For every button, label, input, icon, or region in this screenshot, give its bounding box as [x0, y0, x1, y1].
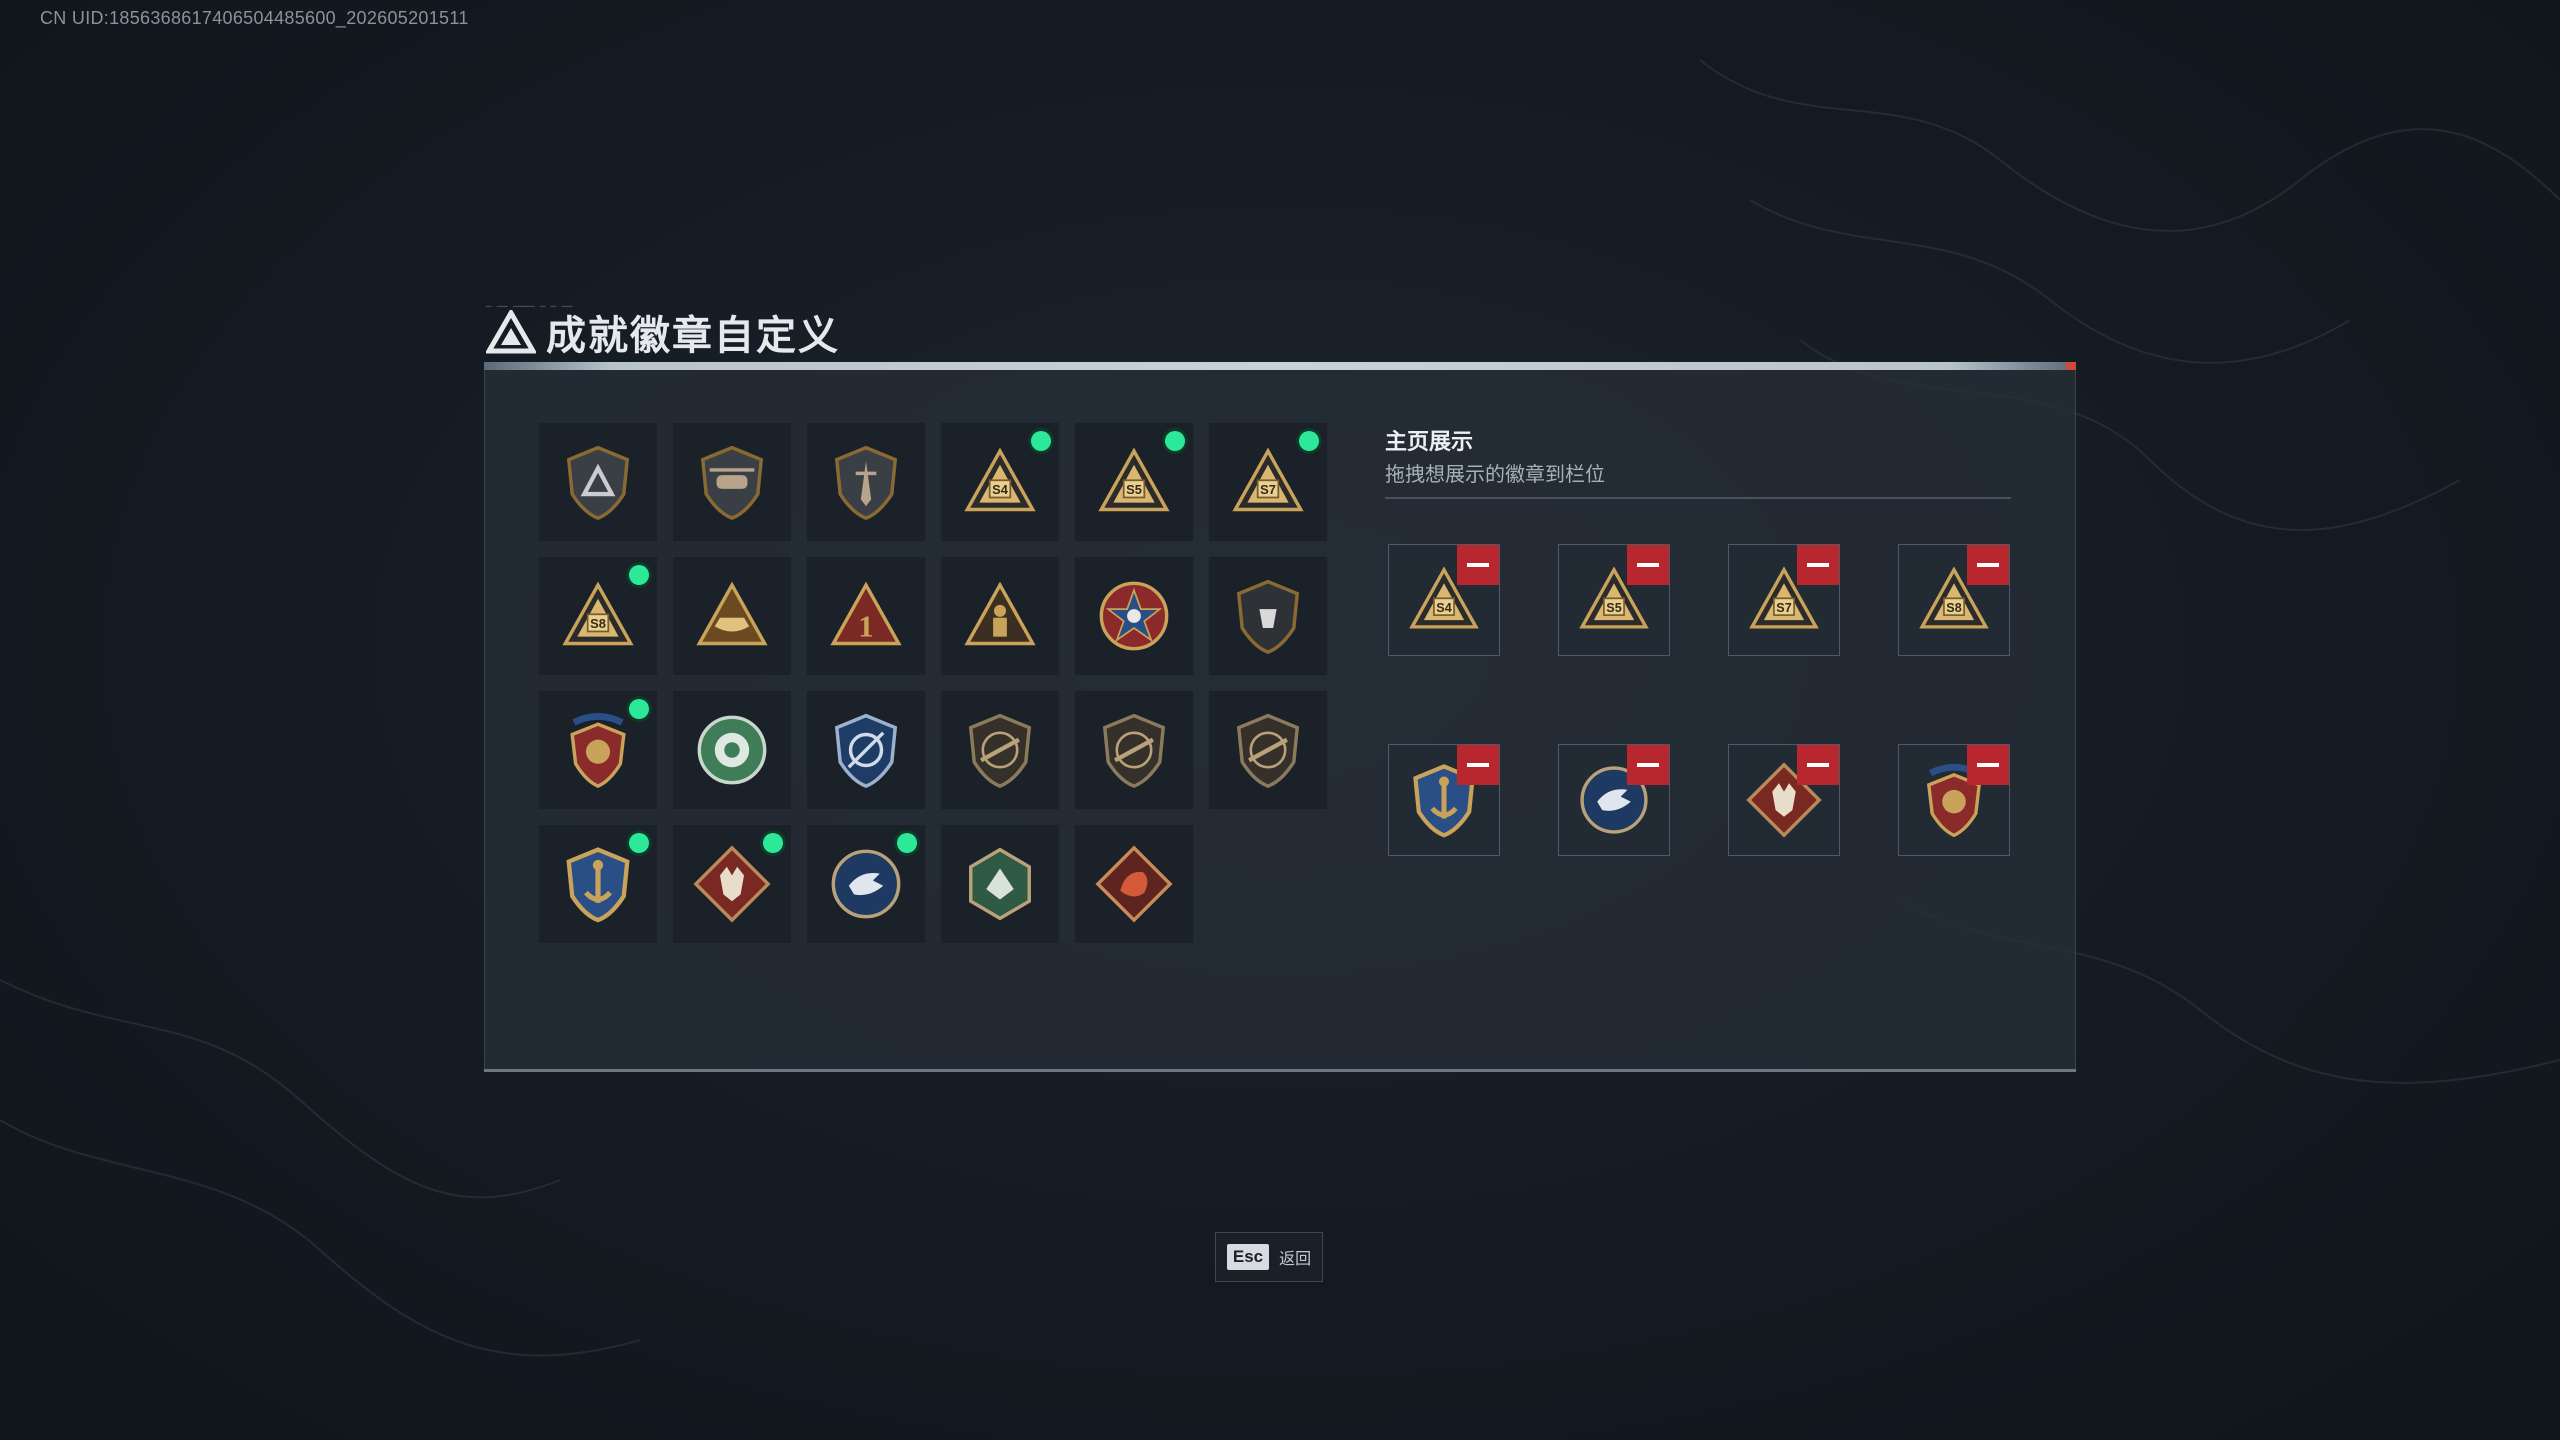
badge-cell[interactable]: S5 — [1074, 422, 1194, 542]
svg-text:S5: S5 — [1126, 482, 1142, 497]
showcase-divider — [1385, 497, 2011, 499]
new-indicator-dot — [629, 699, 649, 719]
showcase-slots: S4 S5 S7 S8 — [1388, 544, 2010, 856]
blue-crosshair-badge-icon — [834, 713, 898, 788]
badge-cell[interactable] — [806, 422, 926, 542]
showcase-slot[interactable] — [1388, 744, 1500, 856]
green-beast-badge-icon — [969, 847, 1031, 921]
badge-cell[interactable] — [1208, 690, 1328, 810]
svg-text:S8: S8 — [590, 616, 606, 631]
new-indicator-dot — [1031, 431, 1051, 451]
soldier-triangle-badge-icon — [964, 581, 1036, 646]
remove-badge-button[interactable] — [1797, 745, 1839, 785]
badge-cell[interactable] — [806, 690, 926, 810]
badge-cell[interactable]: S7 — [1208, 422, 1328, 542]
new-indicator-dot — [629, 565, 649, 585]
showcase-slot[interactable] — [1898, 744, 2010, 856]
badge-cell[interactable]: S8 — [538, 556, 658, 676]
page-header: 成就徽章自定义 — [486, 306, 840, 359]
season-s7-badge-icon: S7 — [1232, 447, 1304, 512]
badge-grid: S4 S5 S7 S8 1 — [538, 422, 1328, 944]
showcase-slot[interactable]: S4 — [1388, 544, 1500, 656]
badge-cell[interactable]: S4 — [940, 422, 1060, 542]
remove-badge-button[interactable] — [1967, 745, 2009, 785]
showcase-slot[interactable] — [1728, 744, 1840, 856]
badge-cell[interactable] — [538, 690, 658, 810]
uid-watermark: CN UID:1856368617406504485600_2026052015… — [40, 8, 469, 28]
new-indicator-dot — [629, 833, 649, 853]
boat-triangle-badge-icon — [696, 581, 768, 646]
svg-text:1: 1 — [858, 609, 873, 644]
showcase-slot[interactable] — [1558, 744, 1670, 856]
badge-cell[interactable] — [940, 824, 1060, 944]
esc-key-hint: Esc — [1226, 1244, 1270, 1270]
remove-badge-button[interactable] — [1627, 745, 1669, 785]
season-s5-badge-icon: S5 — [1098, 447, 1170, 512]
green-emblem-badge-icon — [697, 715, 767, 785]
showcase-slot[interactable]: S8 — [1898, 544, 2010, 656]
new-indicator-dot — [763, 833, 783, 853]
badge-cell[interactable] — [940, 556, 1060, 676]
skull-star-badge-icon — [1099, 581, 1169, 651]
remove-badge-button[interactable] — [1967, 545, 2009, 585]
season-s8-badge-icon: S8 — [562, 581, 634, 646]
gold-anchor-crest-badge-icon — [566, 847, 630, 923]
svg-text:S7: S7 — [1776, 601, 1791, 615]
svg-text:S4: S4 — [1436, 601, 1451, 615]
badge-cell[interactable] — [538, 824, 658, 944]
panel-bottom-line — [484, 1069, 2076, 1072]
showcase-slot[interactable]: S5 — [1558, 544, 1670, 656]
new-indicator-dot — [1299, 431, 1319, 451]
badge-cell[interactable]: 1 — [806, 556, 926, 676]
remove-badge-button[interactable] — [1627, 545, 1669, 585]
wolf-diamond-badge-icon — [693, 845, 771, 923]
remove-badge-button[interactable] — [1457, 745, 1499, 785]
badge-cell[interactable] — [1074, 824, 1194, 944]
new-indicator-dot — [1165, 431, 1185, 451]
hand-shield-badge-icon — [1236, 579, 1300, 654]
badge-cell[interactable] — [940, 690, 1060, 810]
badge-cell[interactable] — [1074, 690, 1194, 810]
remove-badge-button[interactable] — [1457, 545, 1499, 585]
showcase-title: 主页展示 — [1385, 430, 1474, 455]
badge-cell[interactable] — [672, 556, 792, 676]
svg-text:S8: S8 — [1946, 601, 1961, 615]
dragon-diamond-badge-icon — [1095, 845, 1173, 923]
panel-top-bar — [484, 362, 2076, 370]
helicopter-shield-badge-icon — [700, 445, 764, 520]
starred-crest-badge-icon — [570, 713, 626, 788]
badge-cell[interactable] — [1074, 556, 1194, 676]
new-indicator-dot — [897, 833, 917, 853]
season-s4-badge-icon: S4 — [964, 447, 1036, 512]
eagle-round-badge-icon — [831, 849, 901, 919]
triangle-shield-badge-icon — [566, 445, 630, 520]
badge-cell[interactable] — [1208, 556, 1328, 676]
page-title: 成就徽章自定义 — [546, 313, 840, 359]
rifle-shield-badge-icon — [1102, 713, 1166, 788]
badge-cell[interactable] — [672, 422, 792, 542]
rifle-shield-badge-icon — [1236, 713, 1300, 788]
svg-text:S4: S4 — [992, 482, 1009, 497]
badge-cell[interactable] — [672, 824, 792, 944]
badge-cell[interactable] — [806, 824, 926, 944]
rifle-shield-badge-icon — [968, 713, 1032, 788]
rank-one-triangle-badge-icon: 1 — [830, 581, 902, 646]
badge-cell[interactable] — [672, 690, 792, 810]
svg-text:S7: S7 — [1260, 482, 1276, 497]
game-logo-icon — [486, 310, 536, 354]
svg-text:S5: S5 — [1606, 601, 1621, 615]
back-label: 返回 — [1279, 1249, 1312, 1268]
showcase-slot[interactable]: S7 — [1728, 544, 1840, 656]
badge-cell[interactable] — [538, 422, 658, 542]
remove-badge-button[interactable] — [1797, 545, 1839, 585]
back-button[interactable]: Esc 返回 — [1215, 1232, 1323, 1282]
dagger-shield-badge-icon — [834, 445, 898, 520]
showcase-subtitle: 拖拽想展示的徽章到栏位 — [1385, 462, 1605, 486]
